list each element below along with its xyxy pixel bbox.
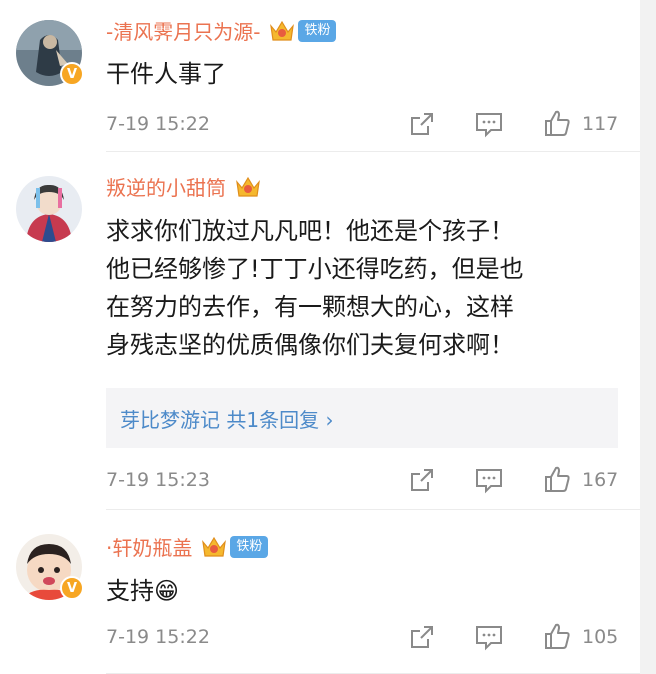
share-icon[interactable] bbox=[408, 466, 436, 494]
timestamp: 7-19 15:22 bbox=[106, 626, 210, 648]
thumbs-up-icon[interactable] bbox=[542, 621, 572, 651]
verified-badge-icon: V bbox=[60, 576, 84, 600]
avatar[interactable] bbox=[16, 176, 82, 242]
avatar[interactable]: V bbox=[16, 534, 84, 600]
comment-footer: 7-19 15:23 167 bbox=[106, 466, 622, 494]
comment-text: 求求你们放过凡凡吧！他还是个孩子！ 他已经够惨了!丁丁小还得吃药，但是也 在努力… bbox=[106, 217, 524, 359]
username[interactable]: -清风霁月只为源- bbox=[106, 16, 260, 45]
timestamp: 7-19 15:22 bbox=[106, 113, 210, 135]
verified-badge-icon: V bbox=[60, 62, 84, 86]
username[interactable]: 叛逆的小甜筒 bbox=[106, 172, 226, 201]
crown-badge-icon bbox=[202, 536, 227, 557]
comment-icon[interactable] bbox=[474, 110, 504, 138]
comment-item: 叛逆的小甜筒 求求你们放过凡凡吧！他还是个孩子！ 他已经够惨了!丁丁小还得吃药，… bbox=[0, 152, 640, 510]
share-icon[interactable] bbox=[408, 623, 436, 651]
like-count: 117 bbox=[582, 113, 619, 135]
comment-text: 干件人事了 bbox=[106, 60, 226, 88]
comment-item: V -清风霁月只为源- 铁粉 干件人事了 7-19 15:22 117 bbox=[0, 0, 640, 152]
thumbs-up-icon[interactable] bbox=[542, 464, 572, 494]
thumbs-up-icon[interactable] bbox=[542, 108, 572, 138]
comment-icon[interactable] bbox=[474, 623, 504, 651]
timestamp: 7-19 15:23 bbox=[106, 469, 210, 491]
fan-badge: 铁粉 bbox=[230, 535, 269, 558]
comment-icon[interactable] bbox=[474, 466, 504, 494]
avatar[interactable]: V bbox=[16, 20, 84, 86]
crown-badge-icon bbox=[236, 176, 260, 197]
share-icon[interactable] bbox=[408, 110, 436, 138]
reply-preview-link[interactable]: 芽比梦游记 共1条回复 › bbox=[120, 404, 333, 433]
comment-footer: 7-19 15:22 117 bbox=[106, 110, 622, 138]
username[interactable]: ·轩奶瓶盖 bbox=[106, 532, 192, 561]
fan-badge: 铁粉 bbox=[298, 19, 337, 42]
crown-badge-icon bbox=[270, 20, 295, 41]
like-count: 167 bbox=[582, 469, 619, 491]
comment-footer: 7-19 15:22 105 bbox=[106, 623, 622, 651]
scrollbar-track bbox=[640, 0, 656, 674]
comment-item: V ·轩奶瓶盖 铁粉 支持😁 7-19 15:22 105 bbox=[0, 510, 640, 674]
like-count: 105 bbox=[582, 626, 619, 648]
reply-preview[interactable]: 芽比梦游记 共1条回复 › bbox=[106, 388, 618, 448]
comment-text: 支持😁 bbox=[106, 577, 180, 605]
